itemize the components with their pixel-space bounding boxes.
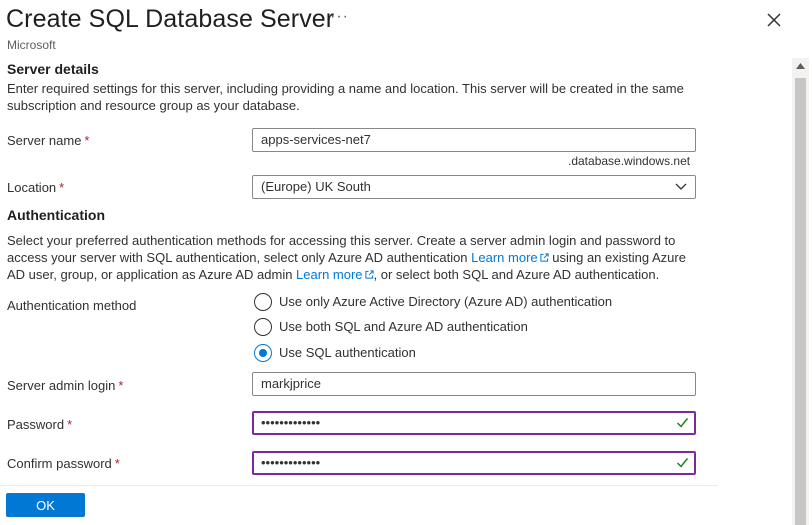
confirm-password-label-text: Confirm password bbox=[7, 456, 112, 471]
radio-button[interactable] bbox=[254, 293, 272, 311]
server-name-value: apps-services-net7 bbox=[261, 132, 371, 147]
required-marker: * bbox=[84, 133, 90, 148]
radio-label: Use only Azure Active Directory (Azure A… bbox=[279, 294, 613, 309]
panel-subtitle: Microsoft bbox=[7, 38, 56, 52]
learn-more-label-1: Learn more bbox=[471, 250, 538, 265]
auth-desc-part3: , or select both SQL and Azure AD authen… bbox=[373, 267, 660, 282]
required-marker: * bbox=[67, 417, 73, 432]
scrollbar-thumb[interactable] bbox=[795, 78, 806, 525]
admin-login-value: markjprice bbox=[261, 376, 321, 391]
radio-label: Use SQL authentication bbox=[279, 345, 416, 360]
authentication-description: Select your preferred authentication met… bbox=[7, 232, 699, 283]
check-icon bbox=[677, 458, 689, 468]
password-label-text: Password bbox=[7, 417, 65, 432]
location-dropdown[interactable]: (Europe) UK South bbox=[252, 175, 696, 199]
more-options-button[interactable]: ··· bbox=[330, 8, 349, 26]
admin-login-label: Server admin login * bbox=[7, 378, 123, 393]
confirm-password-value: ••••••••••••• bbox=[261, 455, 321, 470]
panel-title: Create SQL Database Server bbox=[6, 5, 335, 33]
external-link-icon bbox=[364, 270, 374, 279]
required-marker: * bbox=[114, 456, 120, 471]
chevron-down-icon bbox=[675, 183, 687, 190]
location-value: (Europe) UK South bbox=[261, 179, 371, 194]
server-name-label-text: Server name bbox=[7, 133, 82, 148]
required-marker: * bbox=[118, 378, 124, 393]
learn-more-link-2[interactable]: Learn more bbox=[296, 267, 374, 282]
server-details-heading: Server details bbox=[7, 61, 99, 77]
vertical-scrollbar[interactable] bbox=[792, 58, 809, 525]
check-icon bbox=[677, 418, 689, 428]
admin-login-label-text: Server admin login bbox=[7, 378, 116, 393]
authentication-method-label: Authentication method bbox=[7, 298, 137, 313]
radio-button[interactable] bbox=[254, 318, 272, 336]
required-marker: * bbox=[59, 180, 65, 195]
password-value: ••••••••••••• bbox=[261, 415, 321, 430]
ok-button[interactable]: OK bbox=[6, 493, 85, 517]
learn-more-link-1[interactable]: Learn more bbox=[471, 250, 549, 265]
footer-divider bbox=[0, 485, 718, 486]
location-label-text: Location bbox=[7, 180, 57, 195]
close-icon[interactable] bbox=[764, 10, 784, 30]
confirm-password-label: Confirm password * bbox=[7, 456, 120, 471]
learn-more-label-2: Learn more bbox=[296, 267, 363, 282]
admin-login-input[interactable]: markjprice bbox=[252, 372, 696, 396]
authentication-heading: Authentication bbox=[7, 207, 105, 223]
server-name-suffix: .database.windows.net bbox=[568, 154, 691, 168]
server-name-input[interactable]: apps-services-net7 bbox=[252, 128, 696, 152]
password-label: Password * bbox=[7, 417, 72, 432]
external-link-icon bbox=[540, 253, 549, 262]
create-sql-server-panel: Create SQL Database Server ··· Microsoft… bbox=[0, 0, 812, 525]
confirm-password-input[interactable]: ••••••••••••• bbox=[252, 451, 696, 475]
server-details-description: Enter required settings for this server,… bbox=[7, 81, 684, 113]
location-label: Location * bbox=[7, 180, 64, 195]
password-input[interactable]: ••••••••••••• bbox=[252, 411, 696, 435]
server-name-label: Server name * bbox=[7, 133, 89, 148]
radio-label: Use both SQL and Azure AD authentication bbox=[279, 319, 528, 334]
radio-button-selected[interactable] bbox=[254, 344, 272, 362]
scroll-up-icon[interactable] bbox=[796, 63, 805, 69]
